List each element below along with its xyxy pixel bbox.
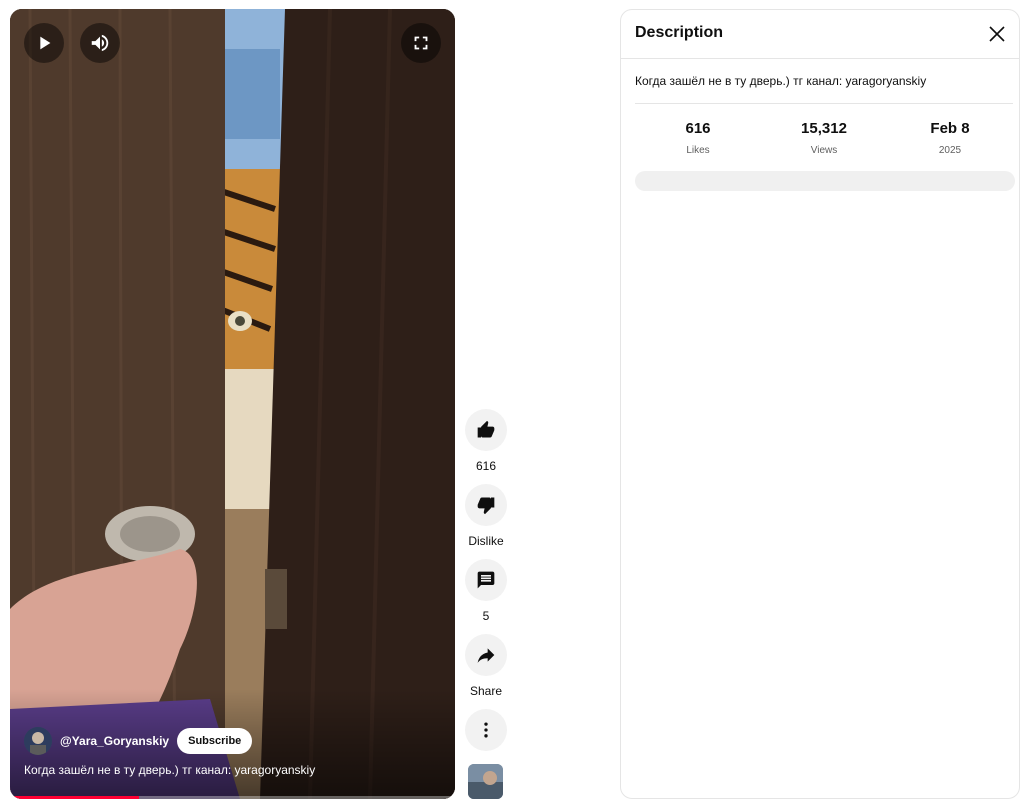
dislike-button[interactable] (465, 484, 507, 526)
thumbs-down-icon (477, 497, 495, 515)
comments-count: 5 (482, 609, 490, 623)
video-player[interactable]: @Yara_Goryanskiy Subscribe Когда зашёл н… (10, 9, 455, 799)
video-frame (10, 9, 455, 799)
stats-row: 616 Likes 15,312 Views Feb 8 2025 (635, 120, 1013, 156)
more-vert-icon (484, 722, 488, 738)
description-text: Когда зашёл не в ту дверь.) тг канал: ya… (635, 74, 927, 88)
dislike-label: Dislike (468, 534, 504, 548)
like-button[interactable] (465, 409, 507, 451)
divider (635, 103, 1013, 104)
date-value: Feb 8 (930, 120, 970, 137)
share-action: Share (465, 634, 507, 698)
views-value: 15,312 (801, 120, 847, 137)
close-icon (989, 26, 1005, 42)
like-count: 616 (475, 459, 497, 473)
fullscreen-button[interactable] (401, 23, 441, 63)
share-label: Share (469, 684, 503, 698)
fullscreen-icon (414, 36, 428, 50)
more-action (465, 709, 507, 751)
share-icon (477, 648, 495, 663)
comments-button[interactable] (465, 559, 507, 601)
more-button[interactable] (465, 709, 507, 751)
video-caption: Когда зашёл не в ту дверь.) тг канал: ya… (24, 763, 316, 777)
panel-title: Description (635, 24, 724, 41)
volume-icon (91, 34, 109, 52)
play-icon (40, 36, 51, 50)
description-panel: Description Когда зашёл не в ту дверь.) … (620, 9, 1020, 799)
thumbs-up-icon (477, 420, 495, 438)
comment-icon (477, 571, 495, 589)
channel-name[interactable]: @Yara_Goryanskiy (60, 734, 169, 748)
year-label: 2025 (938, 145, 962, 156)
likes-label: Likes (686, 145, 710, 156)
views-stat: 15,312 Views (761, 120, 887, 156)
comments-action: 5 (465, 559, 507, 623)
loading-placeholder (635, 171, 1015, 191)
date-stat: Feb 8 2025 (887, 120, 1013, 156)
dislike-action: Dislike (465, 484, 507, 548)
channel-row: @Yara_Goryanskiy Subscribe (24, 727, 253, 755)
progress-fill (10, 796, 140, 799)
audio-thumbnail[interactable] (468, 764, 503, 799)
share-button[interactable] (465, 634, 507, 676)
avatar[interactable] (24, 727, 52, 755)
volume-button[interactable] (80, 23, 120, 63)
like-action: 616 (465, 409, 507, 473)
subscribe-button[interactable]: Subscribe (177, 728, 253, 754)
avatar-image (24, 727, 52, 755)
views-label: Views (810, 145, 838, 156)
likes-stat: 616 Likes (635, 120, 761, 156)
thumbnail-image (468, 764, 503, 799)
play-button[interactable] (24, 23, 64, 63)
progress-bar[interactable] (10, 796, 455, 799)
close-button[interactable] (985, 22, 1009, 46)
likes-value: 616 (685, 120, 711, 137)
panel-header: Description (621, 10, 1019, 59)
